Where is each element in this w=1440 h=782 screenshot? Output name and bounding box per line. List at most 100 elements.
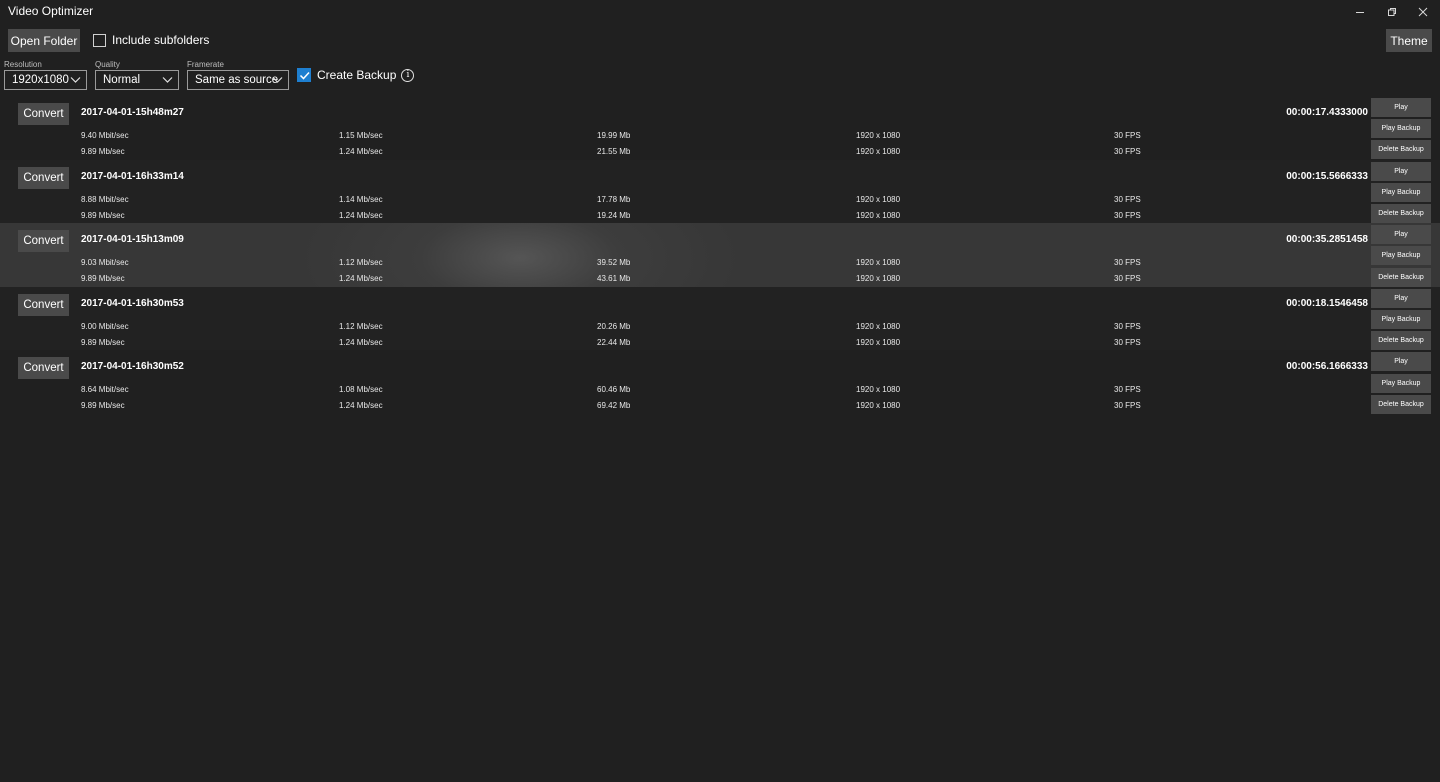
video-duration: 00:00:15.5666333 — [1286, 170, 1368, 182]
backup-framerate: 30 FPS — [1114, 210, 1141, 220]
backup-bitrate: 9.89 Mb/sec — [81, 147, 125, 156]
backup-bitrate: 9.89 Mb/sec — [81, 210, 125, 220]
current-file-size: 20.26 Mb — [597, 321, 631, 331]
current-audio-bitrate: 1.12 Mb/sec — [339, 321, 383, 331]
close-button[interactable] — [1407, 0, 1439, 24]
convert-button[interactable]: Convert — [18, 293, 69, 316]
delete-backup-button[interactable]: Delete Backup — [1371, 394, 1431, 414]
play-backup-button[interactable]: Play Backup — [1371, 373, 1431, 393]
current-audio-bitrate: 1.12 Mb/sec — [339, 258, 383, 268]
backup-resolution: 1920 x 1080 — [856, 147, 901, 156]
create-backup-label: Create Backup — [317, 68, 397, 82]
backup-audio-bitrate: 1.24 Mb/sec — [339, 274, 383, 284]
current-file-size: 60.46 Mb — [597, 385, 631, 395]
backup-audio-bitrate: 1.24 Mb/sec — [339, 337, 383, 347]
title-bar: Video Optimizer — [0, 0, 1440, 24]
play-button[interactable]: Play — [1371, 98, 1431, 117]
theme-button[interactable]: Theme — [1386, 29, 1432, 52]
play-button[interactable]: Play — [1371, 225, 1431, 245]
play-backup-button[interactable]: Play Backup — [1371, 119, 1431, 139]
current-framerate: 30 FPS — [1114, 131, 1141, 140]
open-folder-button[interactable]: Open Folder — [8, 29, 80, 52]
framerate-select[interactable]: Same as source — [187, 70, 289, 90]
backup-resolution: 1920 x 1080 — [856, 337, 901, 347]
convert-button[interactable]: Convert — [18, 230, 69, 253]
current-audio-bitrate: 1.08 Mb/sec — [339, 385, 383, 395]
backup-framerate: 30 FPS — [1114, 401, 1141, 411]
restore-button[interactable] — [1376, 0, 1408, 24]
backup-framerate: 30 FPS — [1114, 337, 1141, 347]
play-button[interactable]: Play — [1371, 161, 1431, 181]
current-framerate: 30 FPS — [1114, 321, 1141, 331]
backup-audio-bitrate: 1.24 Mb/sec — [339, 147, 383, 156]
delete-backup-button[interactable]: Delete Backup — [1371, 204, 1431, 223]
checkbox-box[interactable] — [297, 68, 311, 82]
backup-resolution: 1920 x 1080 — [856, 274, 901, 284]
play-backup-button[interactable]: Play Backup — [1371, 246, 1431, 266]
delete-backup-button[interactable]: Delete Backup — [1371, 140, 1431, 160]
framerate-value: Same as source — [195, 74, 279, 86]
convert-button[interactable]: Convert — [18, 357, 69, 380]
backup-audio-bitrate: 1.24 Mb/sec — [339, 401, 383, 411]
backup-bitrate: 9.89 Mb/sec — [81, 401, 125, 411]
backup-resolution: 1920 x 1080 — [856, 210, 901, 220]
video-duration: 00:00:17.4333000 — [1286, 107, 1368, 118]
video-duration: 00:00:35.2851458 — [1286, 234, 1368, 246]
video-name: 2017-04-01-16h33m14 — [81, 170, 184, 182]
resolution-select[interactable]: 1920x1080 — [4, 70, 87, 90]
chevron-down-icon — [162, 77, 173, 83]
current-resolution: 1920 x 1080 — [856, 258, 901, 268]
check-icon — [299, 71, 310, 80]
backup-file-size: 43.61 Mb — [597, 274, 631, 284]
resolution-label: Resolution — [4, 60, 42, 69]
current-bitrate: 8.64 Mbit/sec — [81, 385, 129, 395]
play-backup-button[interactable]: Play Backup — [1371, 310, 1431, 329]
video-name: 2017-04-01-15h13m09 — [81, 234, 184, 246]
current-resolution: 1920 x 1080 — [856, 194, 901, 204]
checkbox-box[interactable] — [93, 33, 106, 47]
current-resolution: 1920 x 1080 — [856, 131, 901, 140]
backup-framerate: 30 FPS — [1114, 274, 1141, 284]
info-icon[interactable]: i — [401, 68, 415, 82]
minimize-icon — [1356, 12, 1364, 13]
video-row[interactable]: Convert 2017-04-01-16h30m53 00:00:18.15464… — [0, 286, 1440, 351]
quality-label: Quality — [95, 60, 120, 69]
convert-button[interactable]: Convert — [18, 166, 69, 189]
close-icon — [1418, 7, 1428, 17]
resolution-value: 1920x1080 — [12, 74, 69, 86]
include-subfolders-checkbox[interactable]: Include subfolders — [93, 33, 209, 47]
create-backup-checkbox[interactable]: Create Backup i — [297, 68, 415, 82]
current-resolution: 1920 x 1080 — [856, 385, 901, 395]
video-duration: 00:00:56.1666333 — [1286, 361, 1368, 373]
quality-select[interactable]: Normal — [95, 70, 179, 90]
delete-backup-button[interactable]: Delete Backup — [1371, 331, 1431, 351]
current-framerate: 30 FPS — [1114, 194, 1141, 204]
include-subfolders-label: Include subfolders — [112, 33, 210, 47]
backup-framerate: 30 FPS — [1114, 147, 1141, 156]
video-duration: 00:00:18.1546458 — [1286, 297, 1368, 309]
video-row[interactable]: Convert 2017-04-01-16h33m14 00:00:15.56663… — [0, 159, 1440, 224]
video-row[interactable]: Convert 2017-04-01-15h13m09 00:00:35.28514… — [0, 223, 1440, 287]
backup-file-size: 21.55 Mb — [597, 147, 631, 156]
backup-bitrate: 9.89 Mb/sec — [81, 337, 125, 347]
play-button[interactable]: Play — [1371, 288, 1431, 308]
video-name: 2017-04-01-16h30m53 — [81, 297, 184, 309]
video-row[interactable]: Convert 2017-04-01-16h30m52 00:00:56.16663… — [0, 350, 1440, 414]
delete-backup-button[interactable]: Delete Backup — [1371, 267, 1431, 287]
play-backup-button[interactable]: Play Backup — [1371, 182, 1431, 202]
current-file-size: 39.52 Mb — [597, 258, 631, 268]
video-row[interactable]: Convert 2017-04-01-15h48m27 00:00:17.43330… — [0, 96, 1440, 160]
current-resolution: 1920 x 1080 — [856, 321, 901, 331]
backup-file-size: 22.44 Mb — [597, 337, 631, 347]
convert-button[interactable]: Convert — [18, 103, 69, 125]
quality-value: Normal — [103, 74, 141, 86]
minimize-button[interactable] — [1344, 0, 1376, 24]
backup-bitrate: 9.89 Mb/sec — [81, 274, 125, 284]
current-bitrate: 9.40 Mbit/sec — [81, 131, 129, 140]
play-button[interactable]: Play — [1371, 352, 1431, 372]
video-name: 2017-04-01-15h48m27 — [81, 107, 184, 118]
chevron-down-icon — [70, 77, 81, 83]
window-title: Video Optimizer — [8, 4, 94, 18]
current-bitrate: 8.88 Mbit/sec — [81, 194, 129, 204]
restore-icon — [1388, 8, 1396, 16]
